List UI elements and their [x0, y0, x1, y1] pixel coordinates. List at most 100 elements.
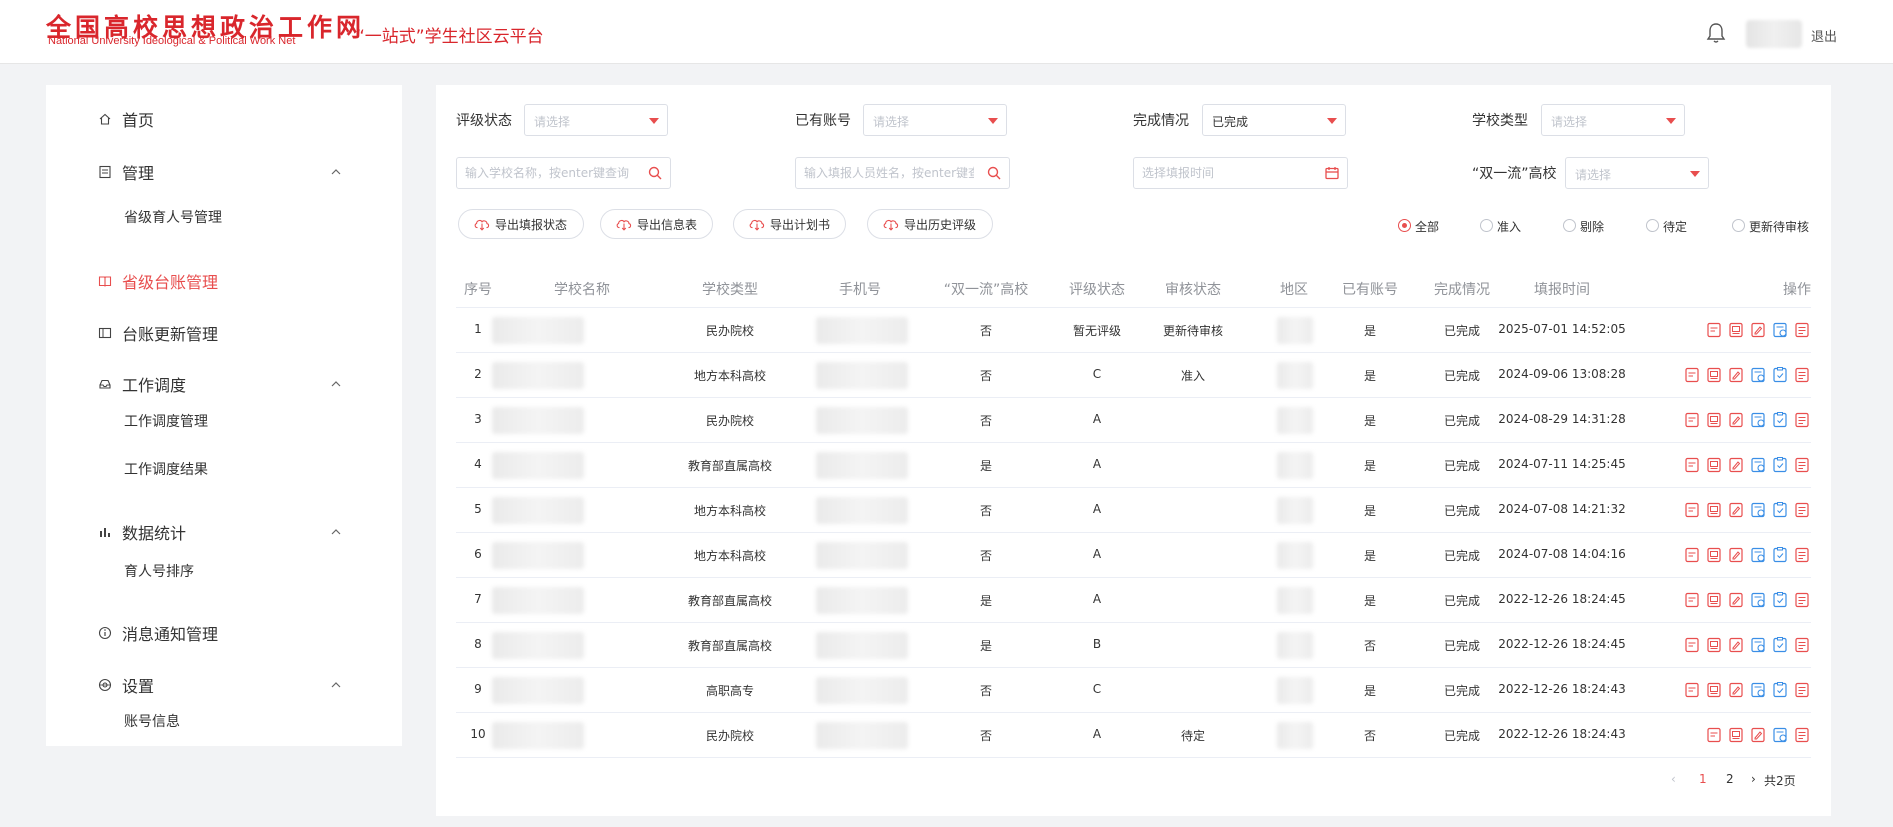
fill-time-input[interactable] [1142, 164, 1312, 182]
radio-circle[interactable] [1563, 219, 1576, 232]
sidebar-item-2[interactable]: 省级台账管理 [46, 264, 402, 298]
page-2-button[interactable]: 2 [1726, 772, 1734, 786]
view-report-icon[interactable] [1683, 411, 1701, 429]
chevron-up-icon[interactable] [330, 166, 342, 178]
chevron-up-icon[interactable] [330, 679, 342, 691]
edit-plan-icon[interactable] [1727, 411, 1745, 429]
review-doc-icon[interactable] [1749, 411, 1767, 429]
table-row[interactable]: 1 民办院校 否 暂无评级 更新待审核 是 已完成 2025-07-01 14:52:05 [456, 308, 1811, 353]
table-row[interactable]: 5 地方本科高校 否 A 是 已完成 2024-07-08 14:21:32 [456, 488, 1811, 533]
radio-circle[interactable] [1398, 219, 1411, 232]
table-row[interactable]: 2 地方本科高校 否 C 准入 是 已完成 2024-09-06 13:08:28 [456, 353, 1811, 398]
clipboard-icon[interactable] [1771, 411, 1789, 429]
review-radio-0[interactable]: 全部 [1398, 218, 1488, 234]
review-radio-2[interactable]: 剔除 [1563, 218, 1653, 234]
prev-page-button[interactable]: ‹ [1671, 772, 1676, 786]
edit-plan-icon[interactable] [1727, 636, 1745, 654]
sidebar-subitem[interactable]: 工作调度管理 [46, 405, 402, 435]
view-report-icon[interactable] [1683, 366, 1701, 384]
review-doc-icon[interactable] [1749, 546, 1767, 564]
edit-plan-icon[interactable] [1727, 501, 1745, 519]
table-row[interactable]: 10 民办院校 否 A 待定 否 已完成 2022-12-26 18:24:43 [456, 713, 1811, 758]
history-doc-icon[interactable] [1793, 636, 1811, 654]
view-report-icon[interactable] [1683, 591, 1701, 609]
table-row[interactable]: 8 教育部直属高校 是 B 否 已完成 2022-12-26 18:24:45 [456, 623, 1811, 668]
chevron-up-icon[interactable] [330, 378, 342, 390]
sidebar-item-6[interactable]: 消息通知管理 [46, 616, 402, 650]
review-doc-icon[interactable] [1749, 636, 1767, 654]
chevron-up-icon[interactable] [330, 526, 342, 538]
page-1-button[interactable]: 1 [1699, 772, 1707, 786]
user-avatar-name[interactable] [1746, 20, 1802, 48]
sidebar-subitem[interactable]: 工作调度结果 [46, 453, 402, 483]
table-row[interactable]: 3 民办院校 否 A 是 已完成 2024-08-29 14:31:28 [456, 398, 1811, 443]
review-doc-icon[interactable] [1771, 321, 1789, 339]
view-report-icon[interactable] [1683, 681, 1701, 699]
edit-info-icon[interactable] [1705, 411, 1723, 429]
history-doc-icon[interactable] [1793, 501, 1811, 519]
edit-info-icon[interactable] [1705, 456, 1723, 474]
sidebar-subitem[interactable]: 账号信息 [46, 705, 402, 735]
clipboard-icon[interactable] [1771, 636, 1789, 654]
clipboard-icon[interactable] [1771, 681, 1789, 699]
edit-info-icon[interactable] [1705, 681, 1723, 699]
export-button-3[interactable]: 导出历史评级 [867, 209, 993, 239]
edit-info-icon[interactable] [1705, 501, 1723, 519]
search-icon[interactable] [648, 166, 662, 180]
next-page-button[interactable]: › [1751, 772, 1756, 786]
edit-plan-icon[interactable] [1749, 726, 1767, 744]
export-button-2[interactable]: 导出计划书 [733, 209, 846, 239]
radio-circle[interactable] [1646, 219, 1659, 232]
site-logo[interactable]: 全国高校思想政治工作网 National University Ideologi… [46, 8, 361, 48]
review-doc-icon[interactable] [1771, 726, 1789, 744]
school-name-search[interactable] [456, 157, 671, 189]
table-row[interactable]: 6 地方本科高校 否 A 是 已完成 2024-07-08 14:04:16 [456, 533, 1811, 578]
sidebar-item-0[interactable]: 首页 [46, 102, 402, 136]
review-doc-icon[interactable] [1749, 591, 1767, 609]
sidebar-subitem[interactable]: 育人号排序 [46, 555, 402, 585]
edit-info-icon[interactable] [1727, 321, 1745, 339]
history-doc-icon[interactable] [1793, 411, 1811, 429]
search-icon[interactable] [987, 166, 1001, 180]
review-doc-icon[interactable] [1749, 501, 1767, 519]
clipboard-icon[interactable] [1771, 546, 1789, 564]
school-name-input[interactable] [465, 164, 635, 182]
sidebar-item-5[interactable]: 数据统计 [46, 515, 402, 549]
edit-info-icon[interactable] [1727, 726, 1745, 744]
logout-link[interactable]: 退出 [1811, 26, 1837, 45]
table-row[interactable]: 4 教育部直属高校 是 A 是 已完成 2024-07-11 14:25:45 [456, 443, 1811, 488]
fill-time-picker[interactable] [1133, 157, 1348, 189]
school-type-select[interactable]: 请选择 [1541, 104, 1685, 136]
filler-name-input[interactable] [804, 164, 974, 182]
history-doc-icon[interactable] [1793, 681, 1811, 699]
edit-plan-icon[interactable] [1727, 681, 1745, 699]
clipboard-icon[interactable] [1771, 501, 1789, 519]
edit-plan-icon[interactable] [1749, 321, 1767, 339]
edit-info-icon[interactable] [1705, 366, 1723, 384]
review-radio-4[interactable]: 更新待审核 [1732, 218, 1822, 234]
view-report-icon[interactable] [1683, 501, 1701, 519]
review-doc-icon[interactable] [1749, 681, 1767, 699]
radio-circle[interactable] [1732, 219, 1745, 232]
completion-select[interactable]: 已完成 [1202, 104, 1346, 136]
history-doc-icon[interactable] [1793, 726, 1811, 744]
sidebar-item-3[interactable]: 台账更新管理 [46, 316, 402, 350]
view-report-icon[interactable] [1683, 456, 1701, 474]
bell-icon[interactable] [1704, 21, 1728, 45]
history-doc-icon[interactable] [1793, 456, 1811, 474]
sidebar-item-7[interactable]: 设置 [46, 668, 402, 702]
edit-plan-icon[interactable] [1727, 456, 1745, 474]
edit-info-icon[interactable] [1705, 546, 1723, 564]
review-radio-3[interactable]: 待定 [1646, 218, 1736, 234]
rating-status-select[interactable]: 请选择 [524, 104, 668, 136]
history-doc-icon[interactable] [1793, 546, 1811, 564]
review-radio-1[interactable]: 准入 [1480, 218, 1570, 234]
clipboard-icon[interactable] [1771, 591, 1789, 609]
table-row[interactable]: 7 教育部直属高校 是 A 是 已完成 2022-12-26 18:24:45 [456, 578, 1811, 623]
review-doc-icon[interactable] [1749, 456, 1767, 474]
clipboard-icon[interactable] [1771, 456, 1789, 474]
export-button-0[interactable]: 导出填报状态 [458, 209, 584, 239]
has-account-select[interactable]: 请选择 [863, 104, 1007, 136]
clipboard-icon[interactable] [1771, 366, 1789, 384]
sidebar-item-4[interactable]: 工作调度 [46, 367, 402, 401]
